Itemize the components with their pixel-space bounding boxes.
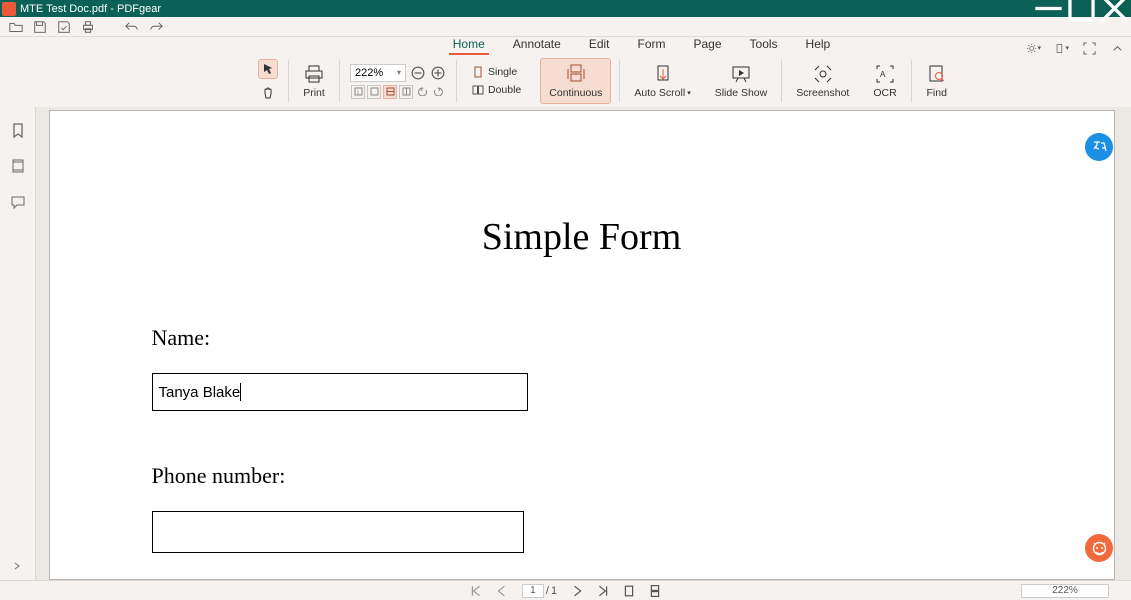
select-tool-button[interactable]	[258, 59, 278, 79]
fit-width-button[interactable]	[383, 85, 397, 99]
hand-tool-button[interactable]	[258, 83, 278, 103]
titlebar: MTE Test Doc.pdf - PDFgear	[0, 0, 1131, 17]
screenshot-button[interactable]: Screenshot	[790, 61, 855, 101]
zoom-value: 222%	[355, 67, 383, 79]
undo-icon[interactable]	[124, 19, 140, 35]
phone-label: Phone number:	[152, 463, 1114, 489]
redo-icon[interactable]	[148, 19, 164, 35]
continuous-view-status-icon[interactable]	[649, 585, 661, 597]
single-label: Single	[488, 66, 517, 78]
zoom-out-button[interactable]	[410, 65, 426, 81]
file-dropdown-icon[interactable]: ▾	[1055, 41, 1069, 55]
save-icon[interactable]	[32, 19, 48, 35]
print-label: Print	[303, 87, 325, 99]
tab-page[interactable]: Page	[690, 37, 726, 55]
save-as-icon[interactable]	[56, 19, 72, 35]
name-field[interactable]: Tanya Blake	[152, 373, 528, 411]
slideshow-label: Slide Show	[715, 87, 768, 99]
ocr-label: OCR	[873, 87, 896, 99]
screenshot-label: Screenshot	[796, 87, 849, 99]
double-label: Double	[488, 84, 521, 96]
phone-field[interactable]	[152, 511, 524, 553]
page-separator: /	[546, 585, 549, 597]
autoscroll-button[interactable]: Auto Scroll▾	[628, 61, 696, 101]
expand-sidebar-icon[interactable]	[12, 561, 22, 574]
minimize-button[interactable]	[1032, 0, 1065, 17]
find-button[interactable]: Find	[920, 61, 954, 101]
single-view-status-icon[interactable]	[623, 585, 635, 597]
double-page-button[interactable]: Double	[467, 82, 526, 98]
tab-annotate[interactable]: Annotate	[509, 37, 565, 55]
print-button[interactable]: Print	[297, 61, 331, 101]
ai-translate-button[interactable]	[1085, 133, 1113, 161]
fullscreen-icon[interactable]	[1083, 41, 1097, 55]
ocr-button[interactable]: A OCR	[867, 61, 902, 101]
ribbon-home: Print 222%▾ 1 Single Double Continuous	[0, 55, 1131, 107]
continuous-label: Continuous	[549, 87, 602, 99]
left-sidebar	[0, 107, 36, 580]
tab-form[interactable]: Form	[634, 37, 670, 55]
zoom-combobox[interactable]: 222%▾	[350, 64, 406, 82]
maximize-button[interactable]	[1065, 0, 1098, 17]
svg-text:1: 1	[356, 90, 359, 96]
tab-home[interactable]: Home	[449, 37, 489, 55]
bookmark-panel-icon[interactable]	[9, 121, 27, 139]
tab-edit[interactable]: Edit	[585, 37, 614, 55]
tab-tools[interactable]: Tools	[746, 37, 782, 55]
svg-text:A: A	[880, 70, 886, 79]
app-icon	[2, 2, 16, 16]
page-total: 1	[551, 585, 557, 597]
tab-help[interactable]: Help	[802, 37, 835, 55]
collapse-ribbon-icon[interactable]	[1111, 41, 1125, 55]
next-page-button[interactable]	[571, 585, 583, 597]
fit-page-button[interactable]	[367, 85, 381, 99]
theme-icon[interactable]: ▾	[1027, 41, 1041, 55]
status-bar: 1 / 1 222%	[0, 580, 1131, 600]
thumbnail-panel-icon[interactable]	[9, 157, 27, 175]
fit-actual-button[interactable]: 1	[351, 85, 365, 99]
form-title: Simple Form	[50, 215, 1114, 259]
slideshow-button[interactable]: Slide Show	[709, 61, 774, 101]
rotate-left-button[interactable]	[415, 85, 429, 99]
window-title: MTE Test Doc.pdf - PDFgear	[20, 3, 1032, 15]
quick-access-toolbar	[0, 17, 1131, 37]
menu-bar: Home Annotate Edit Form Page Tools Help …	[0, 37, 1131, 55]
prev-page-button[interactable]	[496, 585, 508, 597]
document-page: Simple Form Name: Tanya Blake Phone numb…	[49, 110, 1115, 580]
zoom-level-display[interactable]: 222%	[1021, 584, 1109, 598]
zoom-in-button[interactable]	[430, 65, 446, 81]
print-quick-icon[interactable]	[80, 19, 96, 35]
find-label: Find	[926, 87, 946, 99]
name-value: Tanya Blake	[159, 384, 241, 401]
rotate-right-button[interactable]	[431, 85, 445, 99]
page-number-input[interactable]: 1	[522, 584, 544, 598]
open-file-icon[interactable]	[8, 19, 24, 35]
ai-chat-button[interactable]	[1085, 534, 1113, 562]
name-label: Name:	[152, 325, 1114, 351]
single-page-button[interactable]: Single	[467, 64, 526, 80]
autoscroll-label: Auto Scroll	[634, 87, 685, 99]
comment-panel-icon[interactable]	[9, 193, 27, 211]
first-page-button[interactable]	[470, 585, 482, 597]
close-button[interactable]	[1098, 0, 1131, 17]
fit-height-button[interactable]	[399, 85, 413, 99]
last-page-button[interactable]	[597, 585, 609, 597]
continuous-button[interactable]: Continuous	[540, 58, 611, 104]
